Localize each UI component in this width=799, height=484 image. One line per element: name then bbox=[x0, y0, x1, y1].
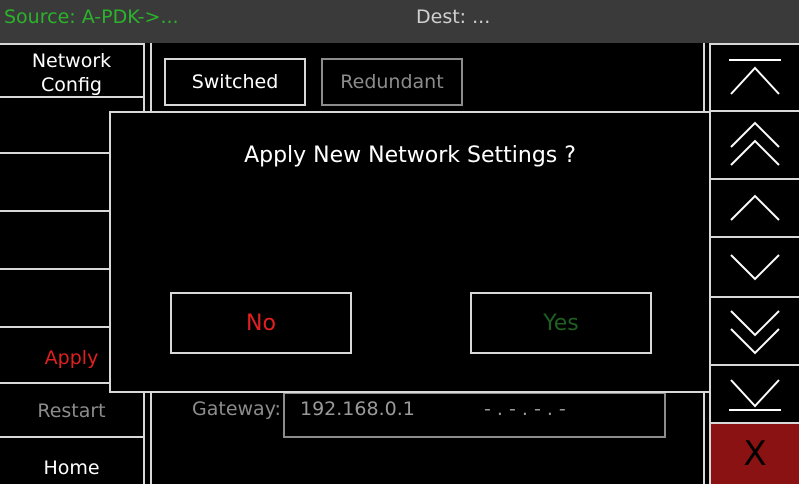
no-button[interactable]: No bbox=[170, 292, 352, 354]
tab-redundant-label: Redundant bbox=[340, 71, 444, 93]
dest-label: Dest: ... bbox=[416, 6, 491, 28]
scroll-bottom-icon bbox=[729, 379, 781, 411]
network-config-label: Network Config bbox=[31, 50, 112, 96]
gateway-value-secondary: - . - . - . - bbox=[484, 398, 566, 420]
yes-label: Yes bbox=[543, 310, 579, 336]
up-icon bbox=[730, 194, 780, 221]
page-up-button[interactable] bbox=[709, 110, 799, 180]
page-up-icon bbox=[730, 121, 780, 166]
close-label: X bbox=[743, 434, 767, 474]
down-icon bbox=[730, 254, 780, 281]
yes-button[interactable]: Yes bbox=[470, 292, 652, 354]
up-button[interactable] bbox=[709, 178, 799, 238]
network-config-button[interactable]: Network Config bbox=[0, 43, 145, 98]
tab-redundant[interactable]: Redundant bbox=[321, 58, 463, 106]
down-button[interactable] bbox=[709, 236, 799, 298]
close-button[interactable]: X bbox=[709, 422, 799, 484]
confirm-dialog: Apply New Network Settings ? No Yes bbox=[109, 111, 711, 393]
home-button[interactable]: Home bbox=[0, 436, 145, 484]
page-down-button[interactable] bbox=[709, 296, 799, 366]
page-down-icon bbox=[730, 310, 780, 355]
dialog-title: Apply New Network Settings ? bbox=[244, 143, 576, 168]
scroll-top-button[interactable] bbox=[709, 43, 799, 112]
no-label: No bbox=[246, 310, 276, 336]
scroll-top-icon bbox=[729, 58, 781, 95]
home-label: Home bbox=[43, 457, 100, 479]
tab-switched[interactable]: Switched bbox=[164, 58, 306, 106]
source-label: Source: A-PDK->... bbox=[4, 6, 179, 28]
scroll-bottom-button[interactable] bbox=[709, 364, 799, 424]
gateway-value: 192.168.0.1 bbox=[300, 398, 415, 420]
tab-switched-label: Switched bbox=[191, 71, 279, 93]
gateway-label: Gateway: bbox=[192, 398, 281, 420]
